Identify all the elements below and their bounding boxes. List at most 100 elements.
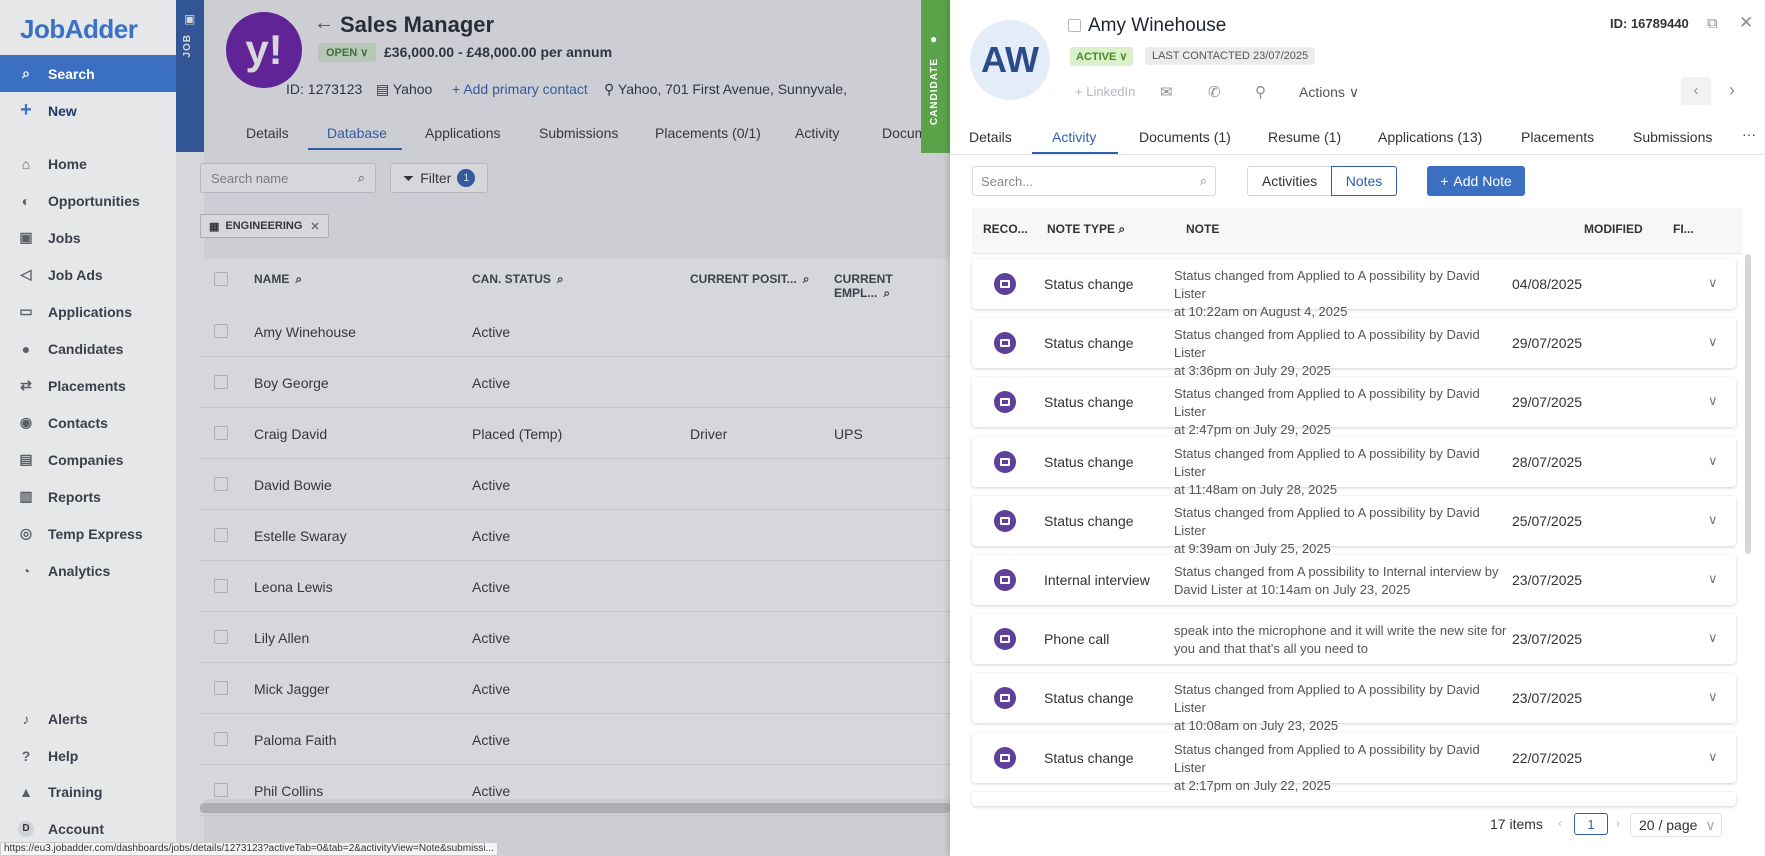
pagination-prev[interactable]: ‹ xyxy=(1558,816,1562,830)
sidebar-item-new[interactable]: + New xyxy=(0,92,176,129)
column-header-record[interactable]: RECO... xyxy=(983,222,1028,236)
more-tabs-button[interactable]: ··· xyxy=(1742,126,1756,142)
column-header-note[interactable]: NOTE xyxy=(1186,222,1219,236)
table-row[interactable]: David Bowie Active xyxy=(200,459,950,510)
row-checkbox[interactable] xyxy=(214,324,228,338)
chevron-down-icon[interactable]: ∨ xyxy=(1708,453,1718,469)
pagination-next[interactable]: › xyxy=(1616,816,1620,830)
chevron-down-icon[interactable]: ∨ xyxy=(1708,393,1718,409)
sidebar-item-jobs[interactable]: ▣ Jobs xyxy=(0,219,176,256)
chevron-down-icon[interactable]: ∨ xyxy=(1708,689,1718,705)
back-arrow-icon[interactable]: ← xyxy=(314,12,334,35)
sidebar-item-help[interactable]: ? Help xyxy=(0,737,176,774)
tab-applications[interactable]: Applications (13) xyxy=(1378,129,1482,145)
sidebar-item-search[interactable]: ⌕ Search xyxy=(0,55,176,92)
sidebar-item-training[interactable]: ▲ Training xyxy=(0,773,176,810)
row-checkbox[interactable] xyxy=(214,630,228,644)
candidate-name-cell[interactable]: Phil Collins xyxy=(254,783,323,799)
candidate-name-cell[interactable]: Mick Jagger xyxy=(254,681,329,697)
column-header-3[interactable]: CURRENT EMPL... ⌕ xyxy=(834,272,950,301)
tab-database[interactable]: Database xyxy=(327,125,387,141)
job-company[interactable]: ▤ Yahoo xyxy=(376,81,432,98)
notes-search-input[interactable]: Search... ⌕ xyxy=(972,166,1216,196)
job-strip[interactable]: ▣ JOB xyxy=(176,0,204,152)
chevron-down-icon[interactable]: ∨ xyxy=(1708,334,1718,350)
sidebar-item-temp-express[interactable]: ◎ Temp Express xyxy=(0,515,176,552)
search-icon[interactable]: ⌕ xyxy=(883,286,890,300)
candidate-name-cell[interactable]: Amy Winehouse xyxy=(254,324,356,340)
column-header-0[interactable]: NAME ⌕ xyxy=(254,272,302,287)
chevron-down-icon[interactable]: ∨ xyxy=(1708,512,1718,528)
sidebar-item-home[interactable]: ⌂ Home xyxy=(0,145,176,182)
table-row[interactable]: Mick Jagger Active xyxy=(200,663,950,714)
row-checkbox[interactable] xyxy=(214,732,228,746)
close-icon[interactable]: ✕ xyxy=(310,220,319,233)
candidate-name-cell[interactable]: Estelle Swaray xyxy=(254,528,347,544)
search-icon[interactable]: ⌕ xyxy=(1118,222,1125,236)
row-checkbox[interactable] xyxy=(214,426,228,440)
tab-docum[interactable]: Docum xyxy=(882,125,926,141)
location-pin-icon[interactable]: ⚲ xyxy=(1255,83,1266,101)
phone-icon[interactable]: ✆ xyxy=(1208,83,1221,101)
add-primary-contact-link[interactable]: + Add primary contact xyxy=(452,81,588,97)
note-row[interactable]: Status change Status changed from Applied… xyxy=(972,673,1736,733)
filter-button[interactable]: ⏷ Filter 1 xyxy=(390,163,488,193)
tab-activity[interactable]: Activity xyxy=(795,125,839,141)
close-icon[interactable]: ✕ xyxy=(1739,13,1753,33)
sidebar-item-analytics[interactable]: ◔ Analytics xyxy=(0,552,176,589)
tab-submissions[interactable]: Submissions xyxy=(539,125,618,141)
sidebar-item-alerts[interactable]: ♪ Alerts xyxy=(0,700,176,737)
filter-tag[interactable]: ▦ ENGINEERING ✕ xyxy=(200,214,329,238)
tab-activity[interactable]: Activity xyxy=(1052,129,1096,145)
previous-candidate-button[interactable]: ‹ xyxy=(1681,77,1711,105)
candidate-name-cell[interactable]: Leona Lewis xyxy=(254,579,333,595)
row-checkbox[interactable] xyxy=(214,375,228,389)
search-icon[interactable]: ⌕ xyxy=(295,272,302,286)
candidate-name-cell[interactable]: Lily Allen xyxy=(254,630,309,646)
column-header-note-type[interactable]: NOTE TYPE ⌕ xyxy=(1047,222,1125,237)
tab-resume[interactable]: Resume (1) xyxy=(1268,129,1341,145)
column-header-2[interactable]: CURRENT POSIT... ⌕ xyxy=(690,272,809,287)
table-row[interactable]: Boy George Active xyxy=(200,357,950,408)
row-checkbox[interactable] xyxy=(214,579,228,593)
note-row[interactable]: Phone call speak into the microphone and … xyxy=(972,614,1736,665)
row-checkbox[interactable] xyxy=(214,681,228,695)
sidebar-item-reports[interactable]: ▥ Reports xyxy=(0,478,176,515)
table-row[interactable]: Paloma Faith Active xyxy=(200,714,950,765)
next-candidate-button[interactable]: › xyxy=(1729,80,1735,101)
sidebar-item-placements[interactable]: ⇄ Placements xyxy=(0,367,176,404)
tab-details[interactable]: Details xyxy=(246,125,289,141)
note-row[interactable]: Status change Status changed from Applied… xyxy=(972,318,1736,378)
candidate-name-cell[interactable]: Craig David xyxy=(254,426,327,442)
chevron-down-icon[interactable]: ∨ xyxy=(1708,749,1718,765)
sidebar-item-candidates[interactable]: ● Candidates xyxy=(0,330,176,367)
tab-submissions[interactable]: Submissions xyxy=(1633,129,1712,145)
tab-applications[interactable]: Applications xyxy=(425,125,501,141)
note-row-partial[interactable] xyxy=(972,792,1736,806)
tab-documents[interactable]: Documents (1) xyxy=(1139,129,1231,145)
tab-placements[interactable]: Placements xyxy=(1521,129,1594,145)
note-row[interactable]: Status change Status changed from Applied… xyxy=(972,259,1736,319)
sidebar-item-job-ads[interactable]: ◁ Job Ads xyxy=(0,256,176,293)
sidebar-item-companies[interactable]: ▤ Companies xyxy=(0,441,176,478)
note-row[interactable]: Status change Status changed from Applied… xyxy=(972,436,1736,497)
chevron-down-icon[interactable]: ∨ xyxy=(1708,571,1718,587)
pagination-current-page[interactable]: 1 xyxy=(1574,813,1608,835)
table-row[interactable]: Leona Lewis Active xyxy=(200,561,950,612)
notes-toggle[interactable]: Notes xyxy=(1331,166,1397,196)
email-icon[interactable]: ✉ xyxy=(1160,83,1173,101)
table-row[interactable]: Amy Winehouse Active xyxy=(200,306,950,357)
row-checkbox[interactable] xyxy=(214,477,228,491)
page-size-select[interactable]: 20 / page ∨ xyxy=(1630,813,1722,837)
candidate-strip[interactable]: ● CANDIDATE xyxy=(921,0,950,153)
add-note-button[interactable]: + Add Note xyxy=(1427,166,1525,196)
sidebar-item-applications[interactable]: ▭ Applications xyxy=(0,293,176,330)
candidate-checkbox[interactable] xyxy=(1068,19,1081,32)
sidebar-item-opportunities[interactable]: ◐ Opportunities xyxy=(0,182,176,219)
job-status-badge[interactable]: OPEN ∨ xyxy=(318,43,377,62)
note-row[interactable]: Status change Status changed from Applied… xyxy=(972,495,1736,556)
chevron-down-icon[interactable]: ∨ xyxy=(1708,275,1718,291)
horizontal-scrollbar[interactable] xyxy=(200,803,950,813)
tab-details[interactable]: Details xyxy=(969,129,1012,145)
search-name-input[interactable]: Search name ⌕ xyxy=(200,163,376,193)
